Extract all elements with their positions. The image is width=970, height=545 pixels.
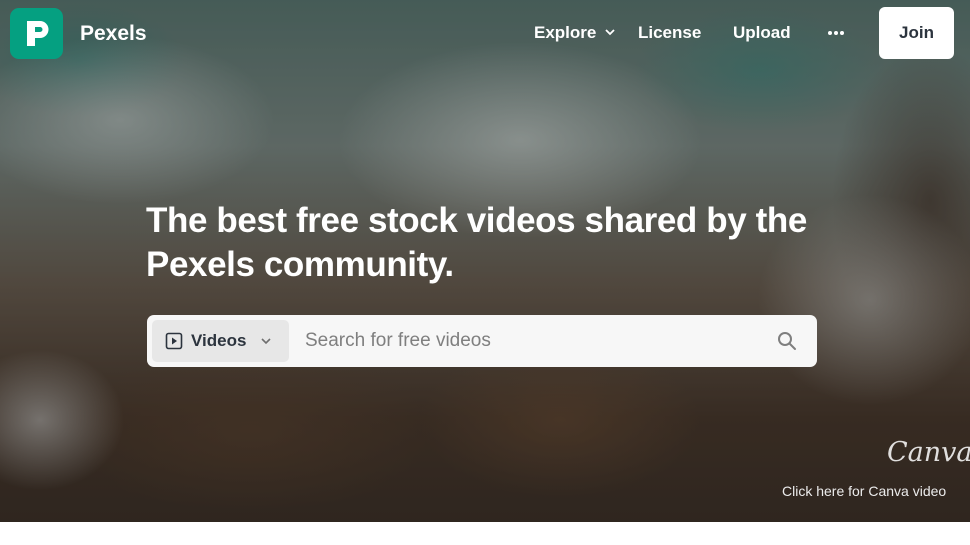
search-bar: Videos [147, 315, 817, 367]
nav-explore[interactable]: Explore [534, 23, 596, 43]
chevron-down-icon[interactable] [604, 27, 616, 37]
media-type-dropdown[interactable]: Videos [152, 320, 289, 362]
play-square-icon [165, 332, 183, 350]
media-type-label: Videos [191, 331, 247, 350]
nav-license[interactable]: License [638, 23, 701, 43]
chevron-down-icon [261, 338, 271, 345]
search-input[interactable] [305, 323, 755, 359]
join-button[interactable]: Join [879, 7, 954, 59]
search-icon[interactable] [777, 331, 797, 351]
canva-logo: Canva [887, 437, 970, 468]
pexels-logo-icon[interactable] [10, 8, 63, 59]
more-dots-icon[interactable] [827, 30, 845, 36]
hero-headline: The best free stock videos shared by the… [146, 201, 807, 284]
nav-upload[interactable]: Upload [733, 23, 791, 43]
hero-background: Pexels Explore License Upload Join The b… [0, 0, 970, 522]
brand-name[interactable]: Pexels [80, 22, 147, 46]
canva-video-link[interactable]: Click here for Canva video [782, 483, 946, 499]
